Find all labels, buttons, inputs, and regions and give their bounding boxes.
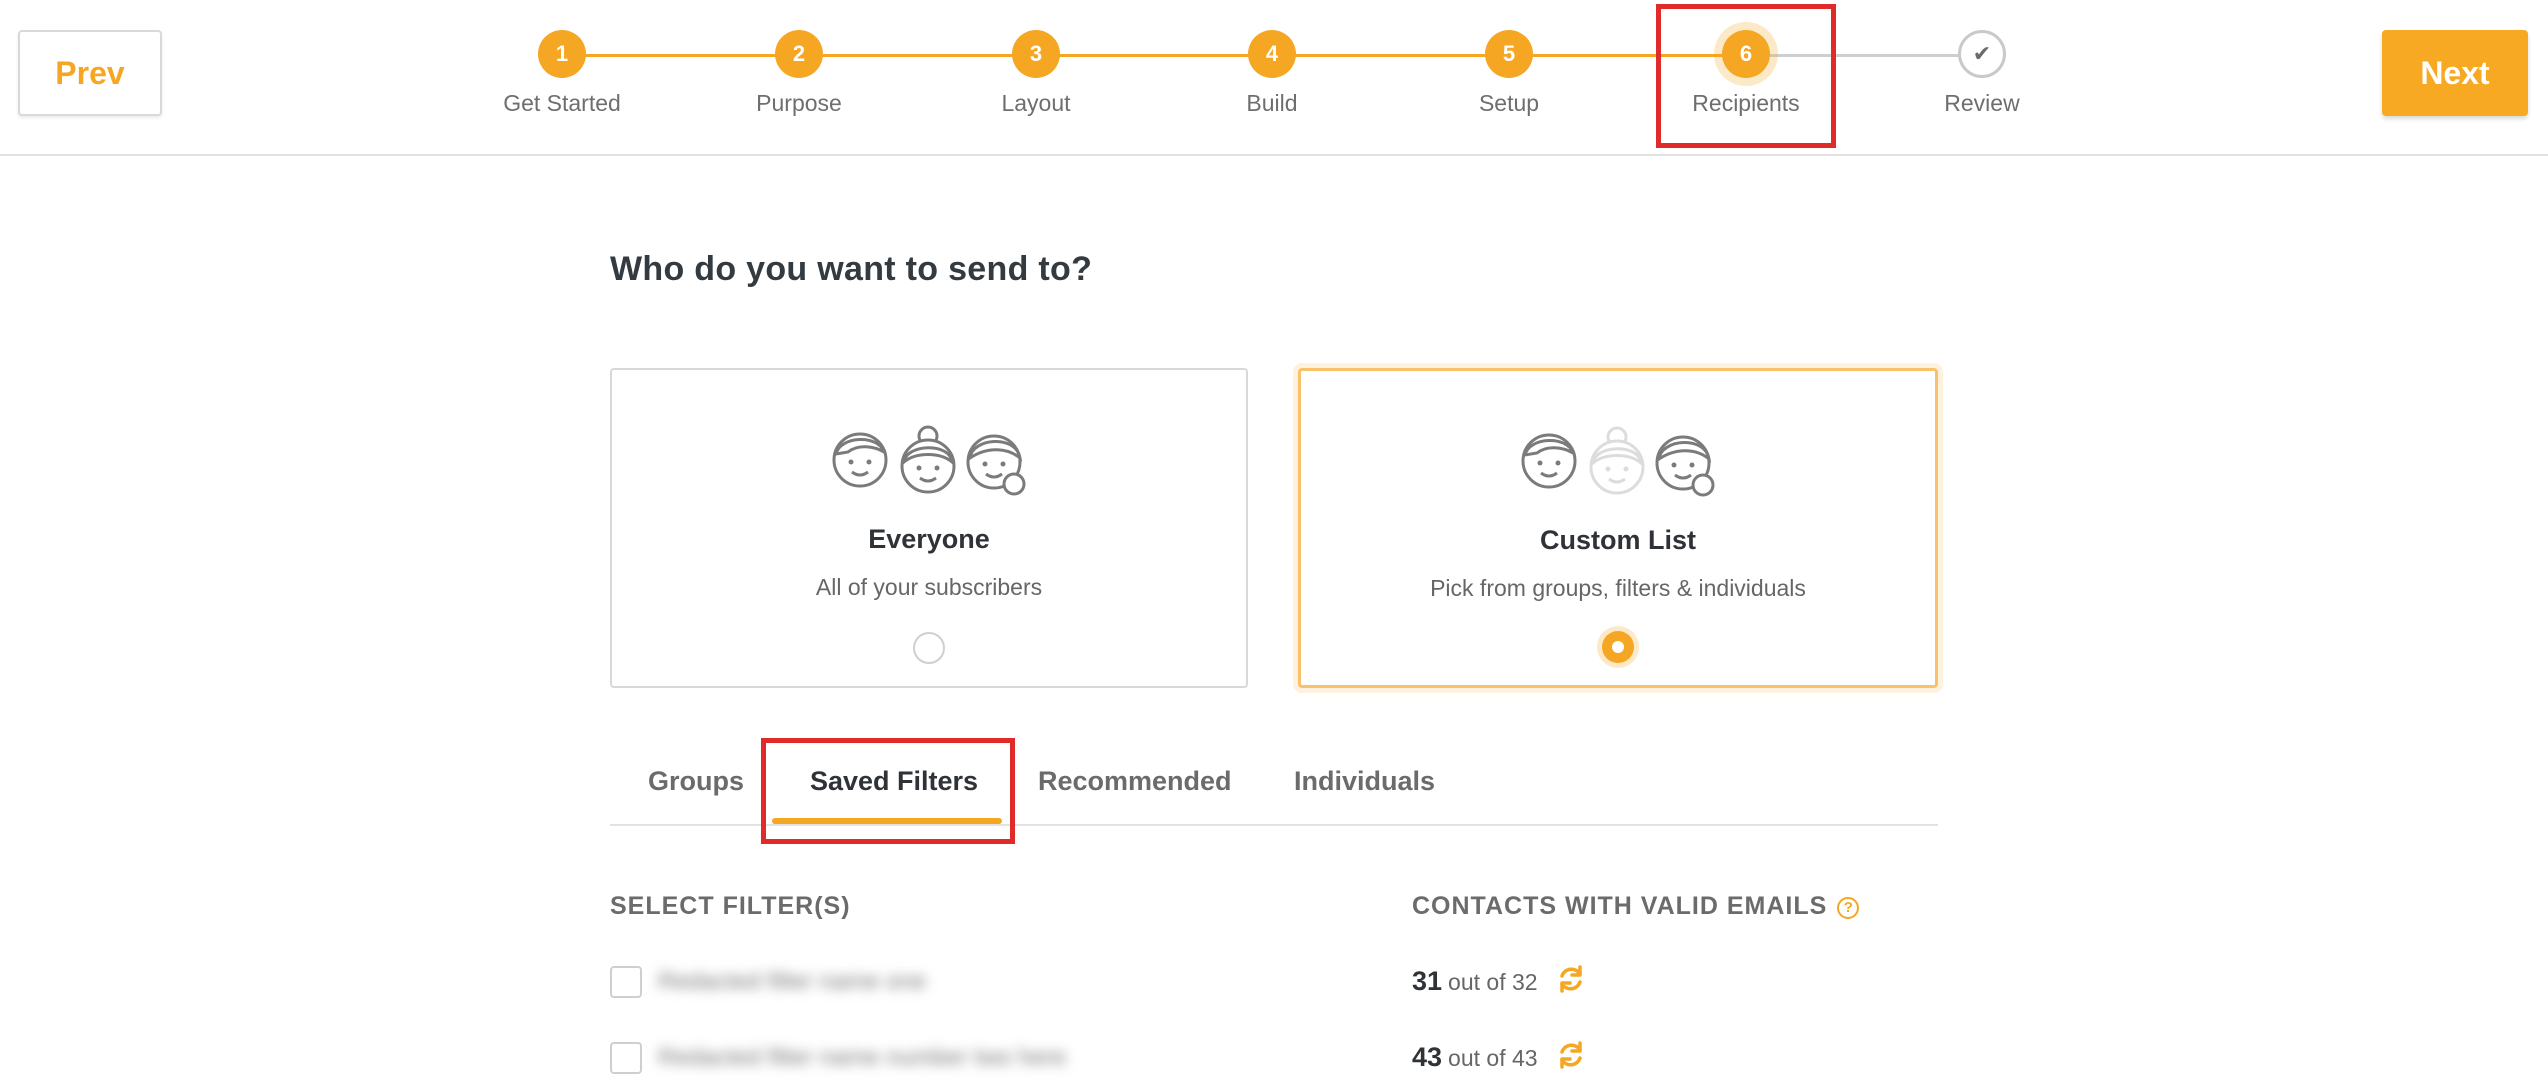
filter-row: Redacted filter name one 31 out of 32	[610, 958, 1938, 1008]
option-custom-list-card[interactable]: Custom List Pick from groups, filters & …	[1298, 368, 1938, 688]
step-review[interactable]: ✔ Review	[1882, 30, 2082, 117]
everyone-radio[interactable]	[913, 632, 945, 664]
contacts-header-label: CONTACTS WITH VALID EMAILS	[1412, 892, 1828, 920]
person-icon	[1655, 435, 1715, 497]
filter-name-redacted: Redacted filter name number two here	[658, 1044, 1067, 1071]
tab-individuals[interactable]: Individuals	[1294, 766, 1435, 797]
person-icon	[900, 425, 956, 494]
step-purpose[interactable]: 2 Purpose	[699, 30, 899, 117]
person-icon	[832, 432, 888, 488]
step-label: Review	[1944, 90, 2020, 116]
top-bar: Prev 1 Get Started 2 Purpose 3 Layout 4 …	[0, 0, 2548, 156]
step-number: 4	[1248, 30, 1296, 78]
step-label: Purpose	[756, 90, 842, 116]
step-get-started[interactable]: 1 Get Started	[462, 30, 662, 117]
filter-checkbox[interactable]	[610, 966, 642, 998]
valid-count: 43	[1412, 1042, 1443, 1072]
step-label: Get Started	[503, 90, 621, 116]
option-title: Everyone	[868, 524, 990, 554]
highlight-current-step	[1656, 4, 1836, 148]
option-everyone-card[interactable]: Everyone All of your subscribers	[610, 368, 1248, 688]
filter-row: Redacted filter name number two here 43 o…	[610, 1034, 1938, 1084]
contact-count: 43 out of 43	[1412, 1042, 1538, 1073]
filter-name-redacted: Redacted filter name one	[658, 968, 927, 995]
step-number: 5	[1485, 30, 1533, 78]
filter-checkbox[interactable]	[610, 1042, 642, 1074]
next-button[interactable]: Next	[2382, 30, 2528, 116]
refresh-icon[interactable]	[1556, 964, 1586, 994]
step-number: 3	[1012, 30, 1060, 78]
option-subtitle: All of your subscribers	[815, 574, 1043, 600]
highlight-saved-filters-tab	[761, 738, 1015, 844]
option-subtitle: Pick from groups, filters & individuals	[1430, 575, 1806, 601]
person-icon	[966, 434, 1026, 496]
total-count: out of 32	[1448, 969, 1538, 995]
progress-stepper: 1 Get Started 2 Purpose 3 Layout 4 Build…	[0, 0, 2548, 156]
step-layout[interactable]: 3 Layout	[936, 30, 1136, 117]
contact-count: 31 out of 32	[1412, 966, 1538, 997]
page-title: Who do you want to send to?	[610, 250, 1093, 288]
step-label: Layout	[1001, 90, 1071, 116]
step-build[interactable]: 4 Build	[1172, 30, 1372, 117]
step-label: Build	[1246, 90, 1298, 116]
tab-recommended[interactable]: Recommended	[1038, 766, 1232, 797]
valid-count: 31	[1412, 966, 1443, 996]
tab-groups[interactable]: Groups	[648, 766, 744, 797]
total-count: out of 43	[1448, 1045, 1538, 1071]
option-title: Custom List	[1539, 525, 1696, 555]
step-number: 1	[538, 30, 586, 78]
custom-list-radio[interactable]	[1602, 631, 1634, 663]
refresh-icon[interactable]	[1556, 1040, 1586, 1070]
step-label: Setup	[1478, 90, 1540, 116]
person-icon	[1521, 433, 1577, 489]
step-setup[interactable]: 5 Setup	[1409, 30, 1609, 117]
person-icon-faded	[1589, 426, 1645, 495]
contacts-valid-emails-header: CONTACTS WITH VALID EMAILS?	[1412, 892, 1860, 921]
help-icon[interactable]: ?	[1837, 897, 1860, 919]
check-icon: ✔	[1958, 30, 2006, 78]
people-icon	[1301, 423, 1935, 499]
people-icon	[612, 422, 1246, 498]
select-filters-header: SELECT FILTER(S)	[610, 892, 851, 920]
step-number: 2	[775, 30, 823, 78]
